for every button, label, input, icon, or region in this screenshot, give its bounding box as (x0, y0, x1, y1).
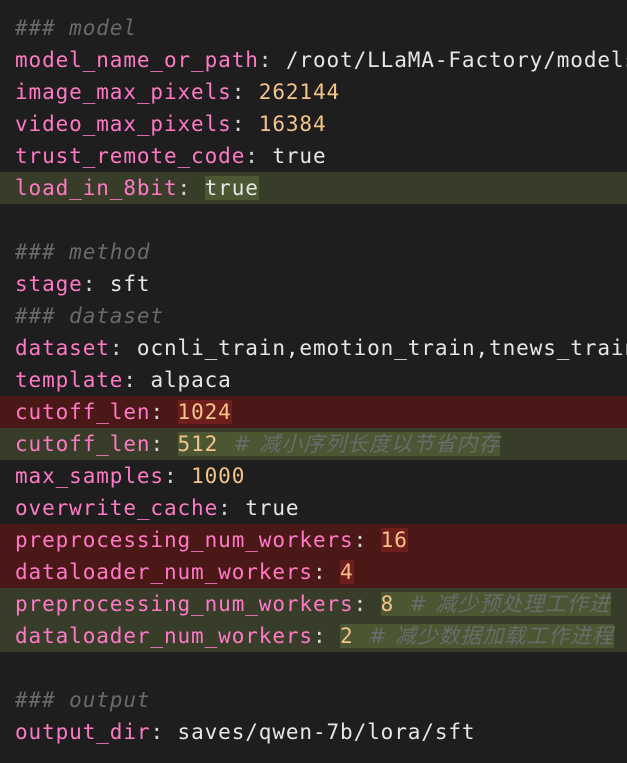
config-key: cutoff_len (15, 400, 151, 424)
config-key: dataloader_num_workers (15, 560, 313, 584)
config-key: load_in_8bit (15, 176, 178, 200)
code-line-added[interactable]: load_in_8bit: true (0, 172, 627, 204)
section-comment: ### method (15, 240, 151, 264)
change-highlight: 1024 (177, 400, 232, 424)
config-key: image_max_pixels (15, 80, 232, 104)
key-separator: : (150, 432, 178, 456)
code-line-added[interactable]: dataloader_num_workers: 2 # 减少数据加载工作进程 (0, 620, 627, 652)
config-key: output_dir (15, 720, 151, 744)
code-editor[interactable]: ### model model_name_or_path: /root/LLaMA… (0, 12, 627, 748)
config-value: true (245, 496, 300, 520)
change-highlight: 8 # 减少预处理工作进 (380, 592, 611, 616)
key-separator: : (218, 496, 246, 520)
config-value: 16384 (258, 112, 327, 136)
code-line-added[interactable]: preprocessing_num_workers: 8 # 减少预处理工作进 (0, 588, 627, 620)
config-key: max_samples (15, 464, 164, 488)
key-separator: : (353, 528, 381, 552)
key-separator: : (82, 272, 110, 296)
config-key: template (15, 368, 124, 392)
config-value: true (272, 144, 327, 168)
code-line[interactable]: template: alpaca (0, 364, 627, 396)
config-value: 512 (177, 432, 219, 456)
change-highlight: 512 # 减小序列长度以节省内存 (177, 432, 501, 456)
code-line[interactable]: output_dir: saves/qwen-7b/lora/sft (0, 716, 627, 748)
key-separator: : (312, 624, 341, 648)
key-separator: : (312, 560, 341, 584)
code-line[interactable]: model_name_or_path: /root/LLaMA-Factory/… (0, 44, 627, 76)
config-value: 262144 (258, 80, 341, 104)
code-line[interactable]: ### method (0, 236, 627, 268)
section-comment: ### output (15, 688, 151, 712)
key-separator: : (245, 144, 273, 168)
code-line[interactable]: stage: sft (0, 268, 627, 300)
code-line-added[interactable]: cutoff_len: 512 # 减小序列长度以节省内存 (0, 428, 627, 460)
config-value: true (204, 176, 259, 200)
change-highlight: 2 # 减少数据加载工作进程 (340, 624, 614, 648)
key-separator: : (150, 720, 178, 744)
config-value: 1024 (177, 400, 232, 424)
config-key: preprocessing_num_workers (15, 528, 354, 552)
key-separator: : (231, 80, 259, 104)
blank-line[interactable] (0, 204, 627, 236)
config-value: 8 (380, 592, 395, 616)
key-separator: : (163, 464, 192, 488)
code-line[interactable]: max_samples: 1000 (0, 460, 627, 492)
blank-line[interactable] (0, 652, 627, 684)
change-highlight: 16 (380, 528, 408, 552)
config-value: 4 (340, 560, 354, 584)
code-line[interactable]: image_max_pixels: 262144 (0, 76, 627, 108)
config-key: stage (15, 272, 83, 296)
config-key: overwrite_cache (15, 496, 219, 520)
code-line[interactable]: dataset: ocnli_train,emotion_train,tnews… (0, 332, 627, 364)
inline-comment: # 减少数据加载工作进程 (353, 624, 614, 648)
code-line[interactable]: ### dataset (0, 300, 627, 332)
key-separator: : (258, 48, 286, 72)
config-key: preprocessing_num_workers (15, 592, 354, 616)
code-line[interactable]: trust_remote_code: true (0, 140, 627, 172)
code-line-removed[interactable]: cutoff_len: 1024 (0, 396, 627, 428)
key-separator: : (231, 112, 259, 136)
inline-comment: # 减少预处理工作进 (394, 592, 611, 616)
config-key: video_max_pixels (15, 112, 232, 136)
config-value: 2 (340, 624, 354, 648)
code-line-removed[interactable]: preprocessing_num_workers: 16 (0, 524, 627, 556)
config-key: dataset (15, 336, 110, 360)
code-line[interactable]: ### output (0, 684, 627, 716)
config-key: cutoff_len (15, 432, 151, 456)
config-value: ocnli_train,emotion_train,tnews_train (136, 336, 627, 360)
key-separator: : (150, 400, 178, 424)
section-comment: ### dataset (15, 304, 164, 328)
key-separator: : (123, 368, 151, 392)
code-line[interactable]: ### model (0, 12, 627, 44)
config-value: alpaca (150, 368, 232, 392)
section-comment: ### model (15, 16, 137, 40)
config-key: model_name_or_path (15, 48, 259, 72)
change-highlight: 4 (340, 560, 354, 584)
inline-comment: # 减小序列长度以节省内存 (218, 432, 501, 456)
code-line[interactable]: video_max_pixels: 16384 (0, 108, 627, 140)
key-separator: : (109, 336, 137, 360)
config-value: 1000 (191, 464, 246, 488)
config-key: trust_remote_code (15, 144, 246, 168)
key-separator: : (177, 176, 205, 200)
key-separator: : (353, 592, 381, 616)
config-value: sft (109, 272, 151, 296)
config-value: /root/LLaMA-Factory/models/ (285, 48, 627, 72)
code-line[interactable]: overwrite_cache: true (0, 492, 627, 524)
config-key: dataloader_num_workers (15, 624, 313, 648)
config-value: saves/qwen-7b/lora/sft (177, 720, 476, 744)
config-value: 16 (380, 528, 408, 552)
change-highlight: true (204, 176, 259, 200)
code-line-removed[interactable]: dataloader_num_workers: 4 (0, 556, 627, 588)
